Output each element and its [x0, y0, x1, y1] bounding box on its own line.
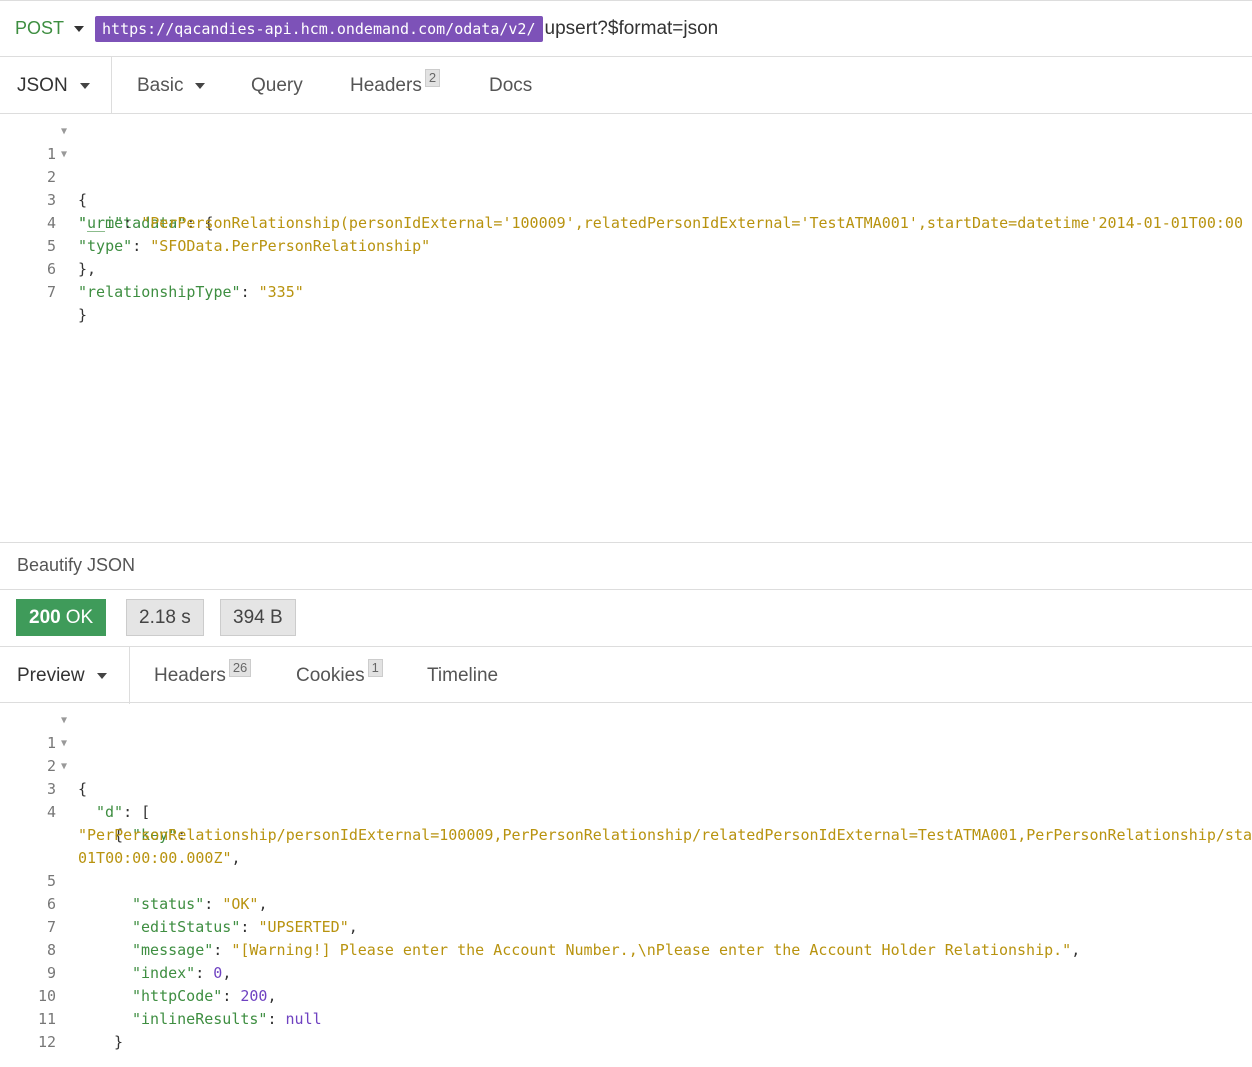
- tab-cookies[interactable]: Cookies 1: [296, 647, 383, 704]
- tab-label: Preview: [17, 664, 85, 686]
- fold-arrow-icon[interactable]: ▼: [61, 732, 67, 755]
- tab-divider: [129, 647, 130, 704]
- response-status-row: 200 OK 2.18 s 394 B: [0, 590, 1252, 646]
- response-body-viewer[interactable]: 1 ▼ { 2 ▼ "d": [ 3 ▼ { 4 "key": "PerPers…: [0, 709, 1252, 1054]
- fold-arrow-icon[interactable]: ▼: [61, 143, 67, 166]
- request-body-editor[interactable]: 1 ▼ { 2 ▼ "__metadata": { 3 "uri": "PerP…: [0, 120, 1252, 324]
- chevron-down-icon: [96, 672, 107, 679]
- tab-label: Docs: [489, 74, 533, 96]
- beautify-json-button[interactable]: Beautify JSON: [17, 555, 135, 576]
- headers-count-badge: 26: [228, 658, 252, 677]
- fold-arrow-icon[interactable]: ▼: [61, 709, 67, 732]
- json-key: "relationshipType": [78, 283, 241, 301]
- tab-response-headers[interactable]: Headers 26: [154, 647, 252, 704]
- fold-arrow-icon[interactable]: ▼: [61, 120, 67, 143]
- response-size-badge: 394 B: [220, 599, 296, 636]
- headers-count-badge: 2: [424, 68, 441, 87]
- status-badge: 200 OK: [16, 599, 107, 636]
- tab-label: Cookies: [296, 664, 365, 686]
- tab-label: Basic: [137, 74, 184, 96]
- tab-label: JSON: [17, 74, 68, 96]
- status-code: 200: [29, 606, 61, 628]
- tab-divider: [111, 57, 112, 114]
- tab-query[interactable]: Query: [251, 57, 303, 114]
- url-input[interactable]: upsert?$format=json: [545, 18, 719, 40]
- tab-label: Headers: [350, 74, 422, 96]
- line-number: 7: [46, 283, 56, 301]
- json-string: "335": [258, 283, 304, 301]
- fold-arrow-icon[interactable]: ▼: [61, 755, 67, 778]
- chevron-down-icon: [195, 82, 206, 89]
- url-bar: POST https://qacandies-api.hcm.ondemand.…: [0, 0, 1252, 57]
- tab-preview[interactable]: Preview: [17, 647, 107, 704]
- tab-label: Headers: [154, 664, 226, 686]
- method-selector[interactable]: POST: [15, 18, 85, 39]
- tab-label: Query: [251, 74, 303, 96]
- tab-body-json[interactable]: JSON: [17, 57, 90, 114]
- method-label: POST: [15, 18, 65, 38]
- url-host-variable[interactable]: https://qacandies-api.hcm.ondemand.com/o…: [95, 15, 543, 42]
- code-text: }: [78, 306, 88, 324]
- status-text: OK: [65, 606, 94, 628]
- chevron-down-icon: [74, 25, 85, 32]
- tab-label: Timeline: [427, 664, 499, 686]
- divider: [0, 542, 1252, 543]
- response-tabbar: Preview Headers 26 Cookies 1 Timeline: [0, 646, 1252, 704]
- tab-headers[interactable]: Headers 2: [350, 57, 441, 114]
- tab-timeline[interactable]: Timeline: [427, 647, 498, 704]
- cookies-count-badge: 1: [367, 658, 383, 677]
- tab-auth-basic[interactable]: Basic: [137, 57, 206, 114]
- tab-docs[interactable]: Docs: [489, 57, 532, 114]
- request-tabbar: JSON Basic Query Headers 2 Docs: [0, 57, 1252, 114]
- json-punct: :: [240, 283, 259, 301]
- response-time-badge: 2.18 s: [126, 599, 204, 636]
- chevron-down-icon: [79, 82, 90, 89]
